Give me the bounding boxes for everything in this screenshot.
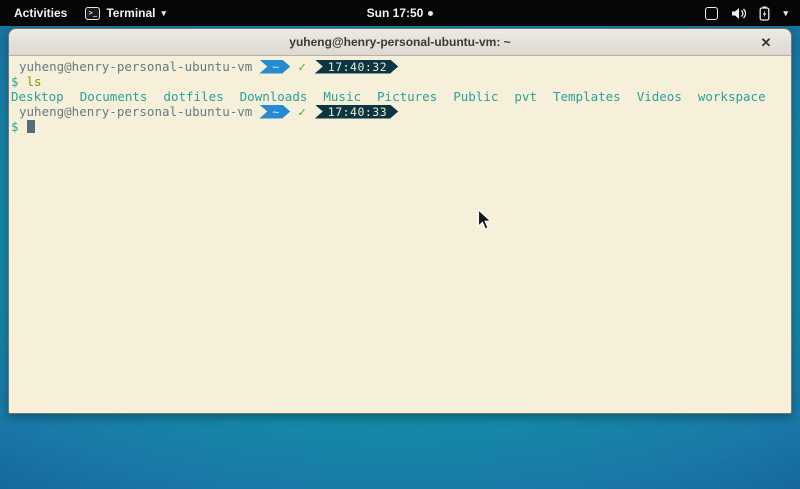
directory-name: dotfiles bbox=[163, 89, 223, 104]
input-line[interactable]: $ bbox=[11, 119, 789, 134]
activities-button[interactable]: Activities bbox=[10, 4, 71, 22]
directory-name: workspace bbox=[698, 89, 766, 104]
check-icon: ✓ bbox=[298, 59, 306, 74]
check-icon: ✓ bbox=[298, 104, 306, 119]
prompt-path-segment: ~ bbox=[259, 60, 290, 74]
prompt-time-segment: 17:40:32 bbox=[315, 60, 398, 74]
directory-name: Public bbox=[453, 89, 498, 104]
close-button[interactable]: ✕ bbox=[755, 29, 777, 56]
directory-name: Templates bbox=[553, 89, 621, 104]
directory-name: Documents bbox=[80, 89, 148, 104]
system-tray[interactable]: ▾ bbox=[705, 6, 800, 21]
terminal-content[interactable]: yuheng@henry-personal-ubuntu-vm ~ ✓ 17:4… bbox=[9, 56, 791, 413]
terminal-icon: >_ bbox=[85, 7, 100, 20]
clock-label[interactable]: Sun 17:50 bbox=[367, 6, 424, 20]
directory-name: Videos bbox=[637, 89, 682, 104]
screen-icon bbox=[705, 7, 718, 20]
app-menu-terminal[interactable]: >_ Terminal ▾ bbox=[85, 6, 166, 20]
typed-command: ls bbox=[27, 74, 42, 89]
directory-name: Desktop bbox=[11, 89, 64, 104]
prompt-symbol: $ bbox=[11, 119, 19, 134]
chevron-down-icon: ▾ bbox=[161, 8, 166, 19]
ls-output-line: Desktop Documents dotfiles Downloads Mus… bbox=[11, 89, 789, 104]
volume-icon bbox=[731, 7, 746, 20]
prompt-time-segment: 17:40:33 bbox=[315, 105, 398, 119]
chevron-down-icon: ▾ bbox=[783, 8, 788, 19]
text-cursor bbox=[27, 120, 35, 133]
directory-name: Downloads bbox=[240, 89, 308, 104]
prompt-line: yuheng@henry-personal-ubuntu-vm ~ ✓ 17:4… bbox=[11, 59, 789, 74]
directory-name: Pictures bbox=[377, 89, 437, 104]
window-titlebar[interactable]: yuheng@henry-personal-ubuntu-vm: ~ ✕ bbox=[9, 29, 791, 56]
battery-charging-icon bbox=[759, 6, 770, 21]
window-title: yuheng@henry-personal-ubuntu-vm: ~ bbox=[9, 35, 791, 49]
prompt-user-host: yuheng@henry-personal-ubuntu-vm bbox=[19, 104, 252, 119]
directory-name: pvt bbox=[514, 89, 537, 104]
prompt-user-host: yuheng@henry-personal-ubuntu-vm bbox=[19, 59, 252, 74]
top-bar: Activities >_ Terminal ▾ Sun 17:50 ▾ bbox=[0, 0, 800, 26]
prompt-symbol: $ bbox=[11, 74, 19, 89]
terminal-window: yuheng@henry-personal-ubuntu-vm: ~ ✕ yuh… bbox=[8, 28, 792, 414]
prompt-line: yuheng@henry-personal-ubuntu-vm ~ ✓ 17:4… bbox=[11, 104, 789, 119]
directory-name: Music bbox=[323, 89, 361, 104]
notification-dot-icon bbox=[428, 11, 433, 16]
prompt-path-segment: ~ bbox=[259, 105, 290, 119]
app-menu-label: Terminal bbox=[106, 6, 155, 20]
command-line: $ ls bbox=[11, 74, 789, 89]
